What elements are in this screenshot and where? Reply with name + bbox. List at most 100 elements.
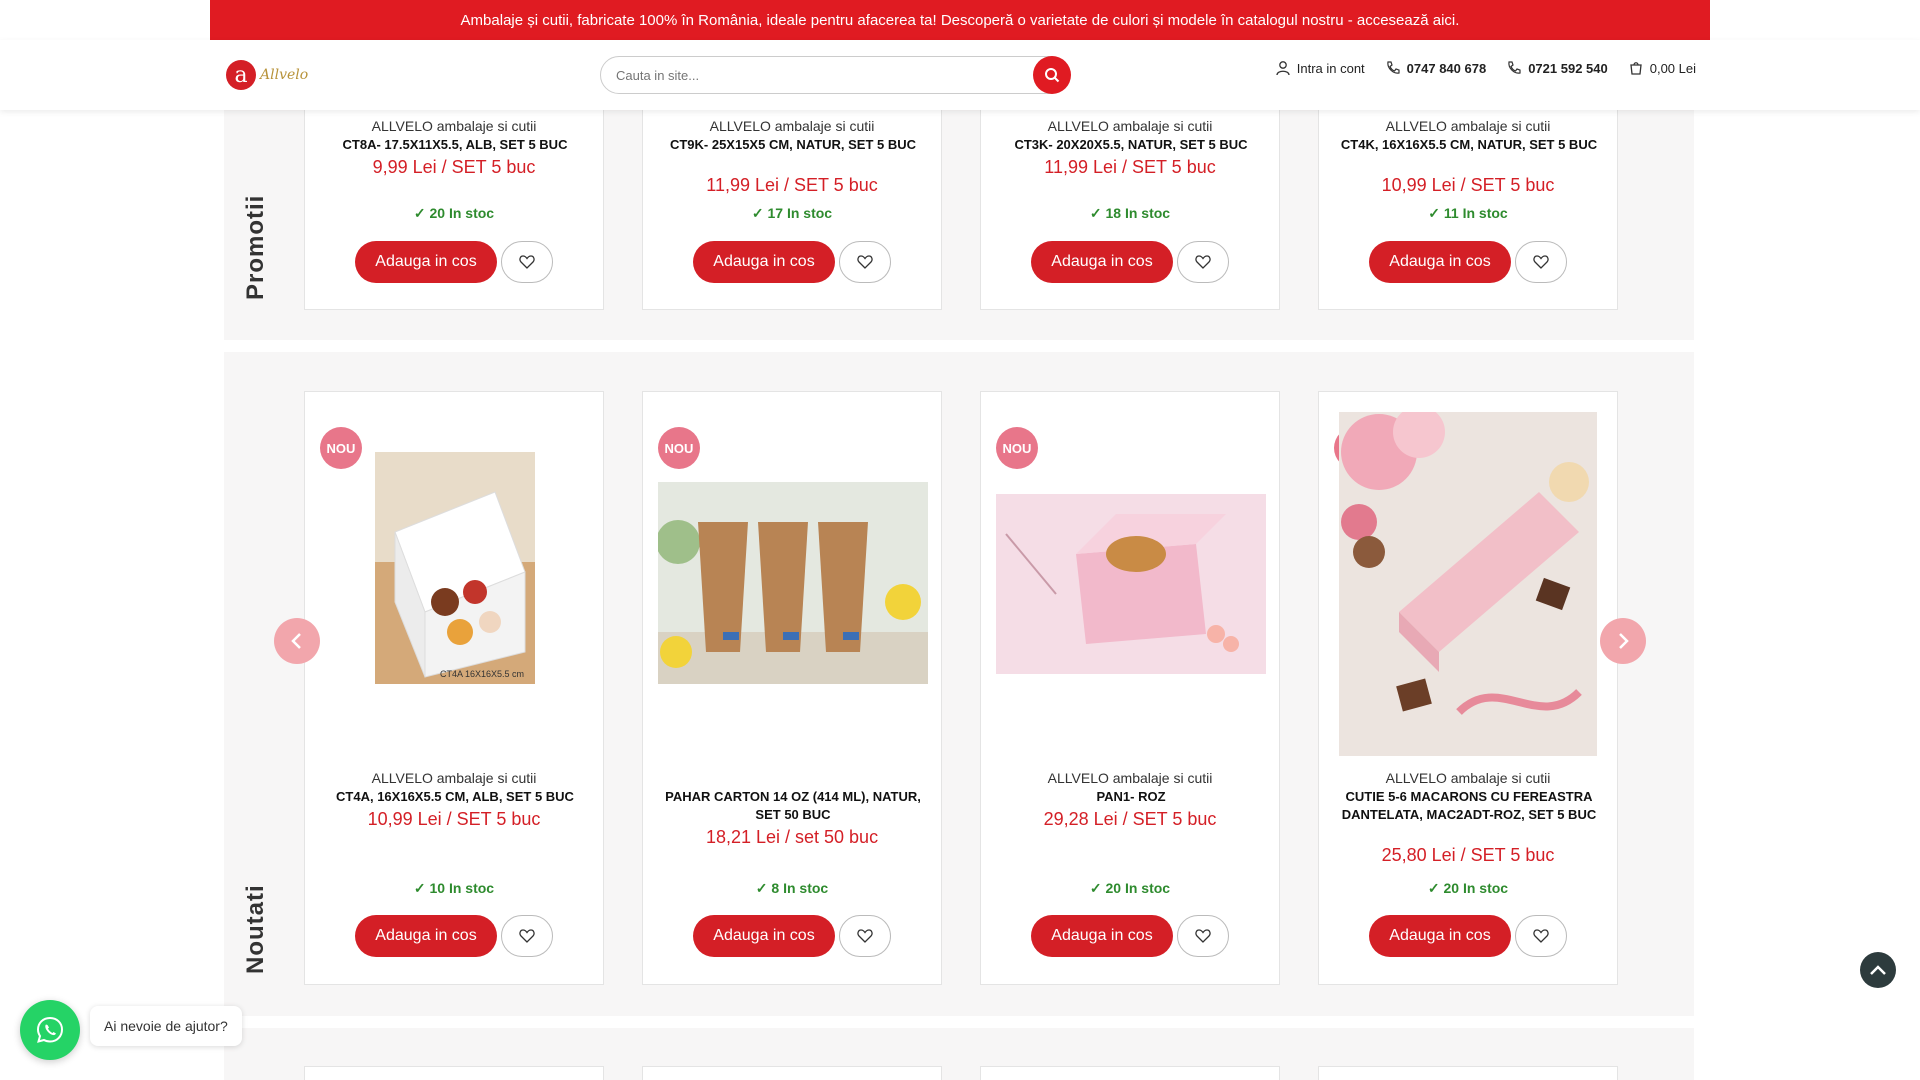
check-icon: ✓ (413, 205, 430, 221)
stock-status: ✓ 11 In stoc (1428, 205, 1508, 221)
product-card[interactable] (980, 1066, 1280, 1080)
search-button[interactable] (1033, 56, 1071, 94)
whatsapp-icon (36, 1016, 64, 1043)
product-actions: Adauga in cos (643, 915, 941, 957)
add-to-cart-button[interactable]: Adauga in cos (1369, 241, 1511, 283)
add-to-cart-button[interactable]: Adauga in cos (693, 241, 835, 283)
stock-status: ✓ 8 In stoc (755, 880, 829, 896)
whatsapp-button[interactable] (20, 1000, 80, 1060)
wishlist-button[interactable] (1515, 915, 1567, 957)
product-price: 25,80 Lei / SET 5 buc (1381, 845, 1555, 865)
product-card[interactable] (1318, 1066, 1618, 1080)
help-tooltip[interactable]: Ai nevoie de ajutor? (90, 1006, 242, 1046)
product-actions: Adauga in cos (1319, 915, 1617, 957)
add-to-cart-button[interactable]: Adauga in cos (1369, 915, 1511, 957)
wishlist-button[interactable] (501, 241, 553, 283)
new-badge: NOU (320, 427, 362, 469)
product-image[interactable] (658, 482, 928, 684)
product-card[interactable]: NOU PAHAR CARTON 14 OZ (414 ML), NATUR, … (642, 391, 942, 985)
cart-link[interactable]: 0,00 Lei (1628, 60, 1696, 76)
wishlist-button[interactable] (839, 241, 891, 283)
product-actions: Adauga in cos (305, 915, 603, 957)
product-name[interactable]: CT3K- 20X20X5.5, NATUR, SET 5 BUC (996, 136, 1266, 154)
back-to-top-button[interactable] (1860, 952, 1896, 988)
product-price: 11,99 Lei / SET 5 buc (1044, 157, 1216, 177)
product-name[interactable]: PAHAR CARTON 14 OZ (414 ML), NATUR, SET … (658, 788, 928, 824)
check-icon: ✓ (755, 880, 772, 896)
heart-icon (1195, 929, 1211, 943)
phone-number-2: 0721 592 540 (1528, 60, 1608, 76)
promo-topbar[interactable]: Ambalaje și cutii, fabricate 100% în Rom… (210, 0, 1710, 40)
product-image[interactable]: CT4A 16X16X5.5 cm (375, 452, 535, 684)
add-to-cart-button[interactable]: Adauga in cos (693, 915, 835, 957)
phone-icon (1387, 61, 1400, 74)
product-actions: Adauga in cos (305, 241, 603, 283)
product-card[interactable]: ALLVELO ambalaje si cutii CT8A- 17.5X11X… (304, 100, 604, 310)
search-box (600, 56, 1071, 94)
promo-text[interactable]: Ambalaje și cutii, fabricate 100% în Rom… (461, 12, 1460, 29)
add-to-cart-button[interactable]: Adauga in cos (355, 915, 497, 957)
search-input[interactable] (616, 57, 1016, 93)
stock-status: ✓ 18 In stoc (1089, 205, 1171, 221)
product-name[interactable]: PAN1- ROZ (996, 788, 1266, 806)
wishlist-button[interactable] (1515, 241, 1567, 283)
product-card[interactable]: NOU ALLVELO ambalaje si cutii CUTIE 5-6 … (1318, 391, 1618, 985)
phone-link-2[interactable]: 0721 592 540 (1506, 60, 1608, 76)
product-name[interactable]: CT4K, 16X16X5.5 CM, NATUR, SET 5 BUC (1334, 136, 1604, 154)
product-card[interactable]: ALLVELO ambalaje si cutii CT4K, 16X16X5.… (1318, 100, 1618, 310)
account-link[interactable]: Intra in cont (1275, 60, 1365, 76)
product-price: 10,99 Lei / SET 5 buc (367, 809, 541, 829)
product-card[interactable] (642, 1066, 942, 1080)
product-brand: ALLVELO ambalaje si cutii (1047, 770, 1213, 786)
phone-link-1[interactable]: 0747 840 678 (1385, 60, 1487, 76)
stock-status: ✓ 17 In stoc (751, 205, 833, 221)
wishlist-button[interactable] (1177, 241, 1229, 283)
section-next (224, 1028, 1694, 1080)
account-label: Intra in cont (1296, 60, 1365, 76)
phone-number-1: 0747 840 678 (1406, 60, 1487, 76)
product-card[interactable]: NOU ALLVELO ambalaje si cutii PAN1- ROZ … (980, 391, 1280, 985)
phone-icon (1508, 61, 1521, 74)
carousel-prev-button[interactable] (274, 618, 320, 664)
product-name[interactable]: CT4A, 16X16X5.5 CM, ALB, SET 5 BUC (320, 788, 590, 806)
logo[interactable]: a Allvelo (226, 60, 308, 90)
wishlist-button[interactable] (501, 915, 553, 957)
new-badge: NOU (658, 427, 700, 469)
section-promotii: Promotii ALLVELO ambalaje si cutii CT8A-… (224, 100, 1694, 340)
product-card[interactable]: NOU CT4A 16X16X5.5 cm ALLVELO ambalaje s… (304, 391, 604, 985)
heart-icon (519, 929, 535, 943)
chevron-right-icon (1619, 633, 1629, 649)
site-header: a Allvelo Intra in cont 0747 840 678 072… (0, 40, 1920, 110)
carousel-next-button[interactable] (1600, 618, 1646, 664)
chevron-left-icon (291, 633, 301, 649)
product-brand: ALLVELO ambalaje si cutii (709, 118, 875, 134)
product-brand: ALLVELO ambalaje si cutii (371, 118, 537, 134)
chevron-up-icon (1870, 965, 1886, 975)
section-label-promotii: Promotii (242, 194, 269, 300)
product-image[interactable] (996, 494, 1266, 674)
product-name[interactable]: CT8A- 17.5X11X5.5, ALB, SET 5 BUC (320, 136, 590, 154)
product-image[interactable] (1339, 412, 1597, 756)
product-brand: ALLVELO ambalaje si cutii (1385, 770, 1551, 786)
search-icon (1045, 68, 1060, 83)
product-price: 10,99 Lei / SET 5 buc (1381, 175, 1555, 195)
wishlist-button[interactable] (1177, 915, 1229, 957)
check-icon: ✓ (1089, 880, 1106, 896)
product-price: 9,99 Lei / SET 5 buc (372, 157, 536, 177)
product-card[interactable] (304, 1066, 604, 1080)
product-actions: Adauga in cos (981, 241, 1279, 283)
add-to-cart-button[interactable]: Adauga in cos (1031, 915, 1173, 957)
product-name[interactable]: CUTIE 5-6 MACARONS CU FEREASTRA DANTELAT… (1334, 788, 1604, 824)
new-badge: NOU (996, 427, 1038, 469)
product-price: 18,21 Lei / set 50 buc (705, 827, 879, 847)
product-card[interactable]: ALLVELO ambalaje si cutii CT3K- 20X20X5.… (980, 100, 1280, 310)
user-icon (1276, 61, 1290, 76)
check-icon: ✓ (1428, 205, 1444, 221)
product-name[interactable]: CT9K- 25X15X5 CM, NATUR, SET 5 BUC (658, 136, 928, 154)
product-card[interactable]: ALLVELO ambalaje si cutii CT9K- 25X15X5 … (642, 100, 942, 310)
check-icon: ✓ (751, 205, 768, 221)
wishlist-button[interactable] (839, 915, 891, 957)
add-to-cart-button[interactable]: Adauga in cos (355, 241, 497, 283)
product-actions: Adauga in cos (643, 241, 941, 283)
add-to-cart-button[interactable]: Adauga in cos (1031, 241, 1173, 283)
